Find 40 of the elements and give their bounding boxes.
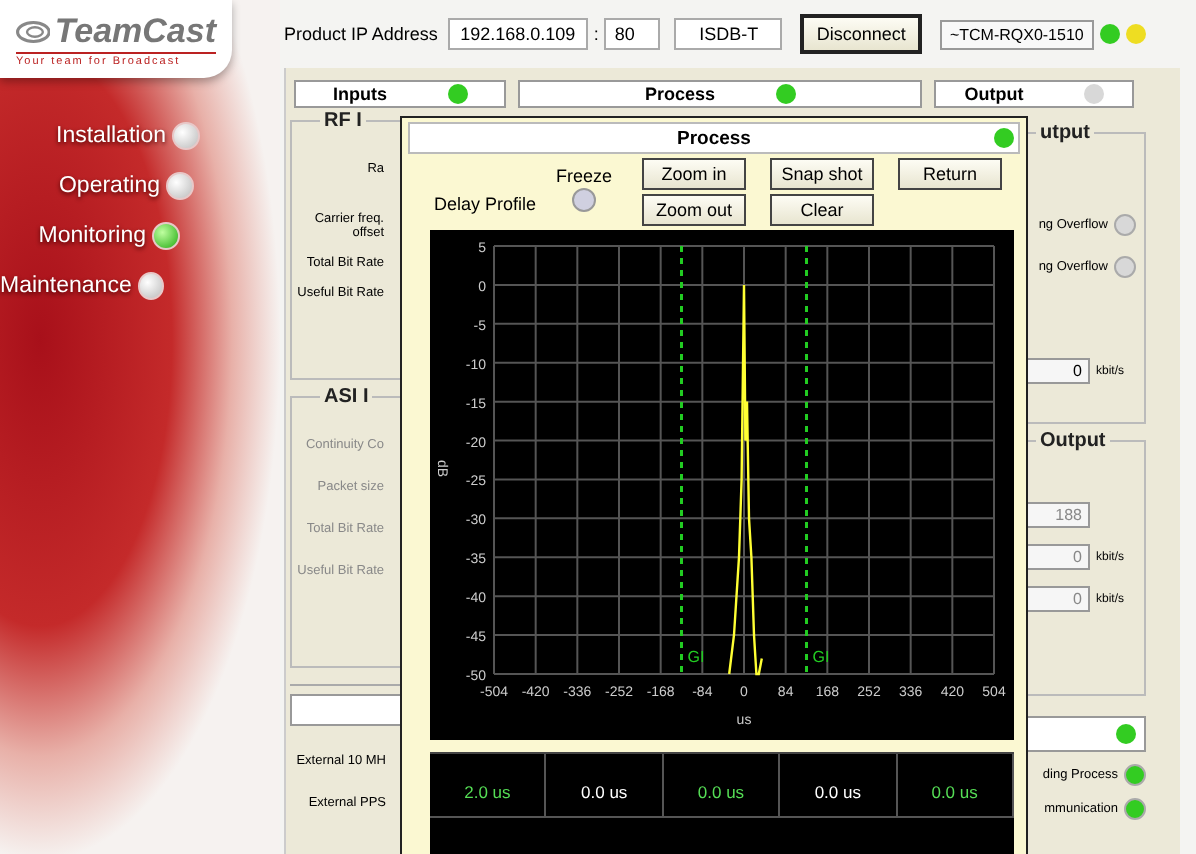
group-title: Output (1036, 430, 1110, 452)
nav-item[interactable]: Maintenance (0, 274, 132, 298)
guard-interval-label: GI (687, 648, 705, 666)
nav-status-dot[interactable] (166, 172, 194, 200)
panel-title: Output (964, 84, 1024, 104)
ip-address-field[interactable]: 192.168.0.109 (447, 18, 588, 50)
port-separator: : (593, 24, 599, 44)
dialog-button[interactable]: Return (898, 158, 1002, 190)
table-cell: 2.0 us (430, 754, 547, 818)
table-cell: 0.0 us (663, 754, 781, 818)
panel-title: Inputs (333, 84, 387, 104)
nav-status-dot[interactable] (137, 272, 164, 300)
table-cell: 0.0 us (546, 754, 664, 818)
port-field[interactable]: 80 (604, 18, 661, 50)
nav-status-dot[interactable] (172, 122, 200, 150)
nav-item[interactable]: Operating (58, 174, 160, 198)
nav-status-dot[interactable] (152, 222, 180, 250)
dialog-button[interactable]: Zoom out (642, 194, 746, 226)
group-title: RF I (320, 110, 366, 132)
table-cell: 0.0 us (780, 754, 898, 818)
standard-field: ISDB-T (674, 18, 783, 50)
nav-item[interactable]: Installation (56, 124, 166, 148)
dialog-button[interactable]: Zoom in (642, 158, 746, 190)
panel-title: Process (644, 84, 716, 104)
freeze-label: Freeze (556, 166, 613, 186)
freeze-radio[interactable] (572, 188, 597, 212)
nav-item[interactable]: Monitoring (38, 224, 146, 248)
dialog-title: Process (677, 127, 751, 149)
device-name-field: ~TCM-RQX0-1510 (939, 19, 1094, 49)
group-title: utput (1036, 122, 1094, 144)
table-cell: 0.0 us (897, 754, 1014, 818)
logo-swirl-icon (16, 18, 51, 46)
dialog-button[interactable]: Snap shot (770, 158, 874, 190)
ip-address-label: Product IP Address (284, 24, 438, 44)
dialog-button[interactable]: Clear (770, 194, 874, 226)
group-title: ASI I (320, 386, 373, 408)
chart-title: Delay Profile (434, 194, 537, 214)
guard-interval-label: GI (812, 648, 830, 666)
logo-text: TeamCast (54, 12, 216, 52)
disconnect-button[interactable]: Disconnect (800, 14, 922, 54)
